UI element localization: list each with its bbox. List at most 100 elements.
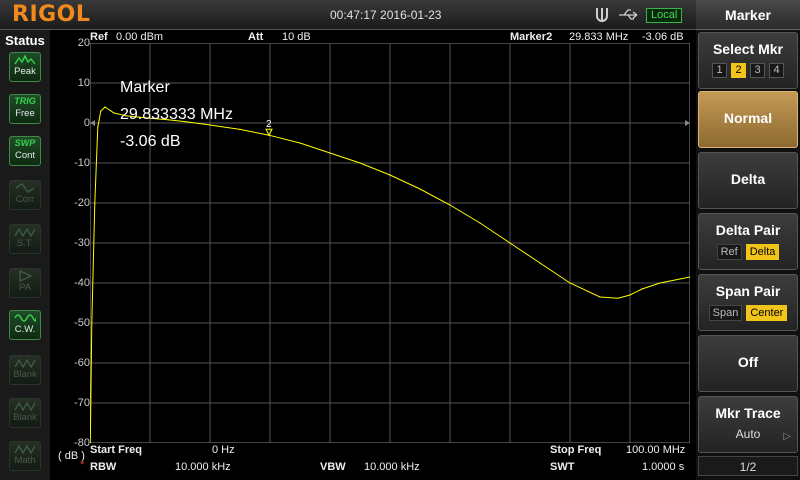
ref-label: Ref: [90, 31, 108, 43]
swp-label: SWP: [14, 138, 36, 148]
select-marker-softkey[interactable]: Select Mkr 1 2 3 4: [698, 32, 798, 89]
trace-point: [569, 282, 571, 284]
marker-readout-freq: 29.833333 MHz: [120, 106, 233, 123]
sweep-status-button[interactable]: SWP Cont: [9, 136, 41, 166]
local-status-badge: Local: [646, 8, 683, 23]
cw-status-label: C.W.: [14, 324, 36, 335]
marker-number: 2: [266, 119, 272, 130]
delta-softkey[interactable]: Delta: [698, 152, 798, 209]
math-status-button[interactable]: Math: [9, 441, 41, 471]
vbw-value: 10.000 kHz: [364, 461, 420, 473]
trigger-status-button[interactable]: TRIG Free: [9, 94, 41, 124]
trig-mode-label: Free: [15, 108, 35, 119]
trace-point: [359, 162, 361, 164]
marker-2: 2: [265, 119, 273, 137]
trace-point: [389, 174, 391, 176]
status-title: Status: [5, 33, 45, 48]
corr-status-label: Corr: [15, 194, 35, 205]
y-tick-label: -40: [74, 277, 90, 289]
off-label: Off: [737, 354, 759, 370]
select-marker-label: Select Mkr: [712, 41, 784, 57]
y-tick-label: -80: [74, 437, 90, 449]
trace-point: [509, 242, 511, 244]
spectrum-display[interactable]: Ref 0.00 dBm Att 10 dB Marker2 29.833 MH…: [50, 30, 696, 480]
blank-icon: [14, 401, 36, 412]
marker-trace-softkey[interactable]: Mkr Trace Auto ▷: [698, 396, 798, 453]
blank-status-label: Blank: [13, 412, 37, 423]
status-panel: Status Peak TRIG Free SWP Cont Corr S.T.…: [0, 30, 50, 480]
pa-status-button[interactable]: PA: [9, 268, 41, 298]
marker-name: Marker2: [510, 31, 553, 43]
trace-point: [659, 282, 661, 284]
trace-point: [449, 204, 451, 206]
marker-readout: Marker 29.833333 MHz -3.06 dB: [120, 74, 233, 155]
usb-icon: [619, 9, 638, 20]
normal-label: Normal: [723, 110, 773, 126]
normal-softkey[interactable]: Normal: [698, 91, 798, 148]
marker-4-option[interactable]: 4: [769, 63, 784, 78]
marker-amplitude: -3.06 dB: [642, 31, 684, 43]
trace-point: [641, 288, 643, 290]
marker-3-option[interactable]: 3: [750, 63, 765, 78]
y-tick-label: -70: [74, 397, 90, 409]
cw-status-button[interactable]: C.W.: [9, 310, 41, 340]
trace-point: [629, 294, 631, 296]
date-time: 00:47:17 2016-01-23: [330, 8, 442, 22]
y-tick-label: 0: [83, 117, 90, 129]
delta-pair-delta-option[interactable]: Delta: [745, 244, 780, 260]
trace-point: [97, 126, 99, 128]
stop-freq-label: Stop Freq: [550, 444, 602, 456]
delta-pair-softkey[interactable]: Delta Pair Ref Delta: [698, 213, 798, 270]
menu-page-indicator[interactable]: 1/2: [698, 456, 798, 476]
marker-1-option[interactable]: 1: [712, 63, 727, 78]
swp-mode-label: Cont: [14, 150, 36, 161]
pa-status-label: PA: [19, 282, 31, 293]
trace-point: [100, 110, 102, 112]
delta-pair-ref-option[interactable]: Ref: [716, 244, 742, 260]
trace-point: [329, 152, 331, 154]
corr-status-button[interactable]: Corr: [9, 180, 41, 210]
title-bar: RIGOL 00:47:17 2016-01-23 Local: [0, 0, 696, 30]
corr-icon: [15, 183, 35, 193]
delta-label: Delta: [730, 171, 766, 187]
blank-status-label: Blank: [13, 369, 37, 380]
att-value: 10 dB: [282, 31, 311, 43]
blank-status-button-2[interactable]: Blank: [9, 398, 41, 428]
y-tick-label: -30: [74, 237, 90, 249]
peak-status-button[interactable]: Peak: [9, 52, 41, 82]
marker-trace-value: Auto: [735, 427, 761, 441]
stop-freq-value: 100.00 MHz: [626, 444, 686, 456]
ref-level-arrow: [685, 120, 690, 126]
peak-status-label: Peak: [14, 66, 36, 77]
blank-icon: [14, 358, 36, 369]
marker-trace-label: Mkr Trace: [715, 405, 781, 421]
span-pair-softkey[interactable]: Span Pair Span Center: [698, 274, 798, 331]
span-pair-center-option[interactable]: Center: [746, 305, 788, 321]
st-icon: [14, 227, 36, 238]
trace-point: [539, 262, 541, 264]
pa-icon: [19, 270, 33, 282]
vbw-label: VBW: [320, 461, 346, 473]
blank-status-button-1[interactable]: Blank: [9, 355, 41, 385]
y-tick-label: -60: [74, 357, 90, 369]
st-status-button[interactable]: S.T.: [9, 224, 41, 254]
y-tick-label: -10: [74, 157, 90, 169]
menu-title: Marker: [696, 0, 800, 30]
trig-label: TRIG: [14, 96, 36, 106]
trace-point: [479, 222, 481, 224]
cw-icon: [14, 314, 36, 322]
y-tick-label: -50: [74, 317, 90, 329]
swt-label: SWT: [550, 461, 575, 473]
marker-2-option[interactable]: 2: [731, 63, 746, 78]
usb-device-icon: [596, 8, 608, 22]
swt-value: 1.0000 s: [642, 461, 685, 473]
peak-icon: [14, 54, 36, 65]
trace-point: [299, 142, 301, 144]
math-status-label: Math: [14, 455, 36, 466]
ref-value: 0.00 dBm: [116, 31, 164, 43]
trace-point: [419, 188, 421, 190]
trace-point: [239, 128, 241, 130]
marker-frequency: 29.833 MHz: [569, 31, 629, 43]
off-softkey[interactable]: Off: [698, 335, 798, 392]
span-pair-span-option[interactable]: Span: [708, 305, 743, 321]
